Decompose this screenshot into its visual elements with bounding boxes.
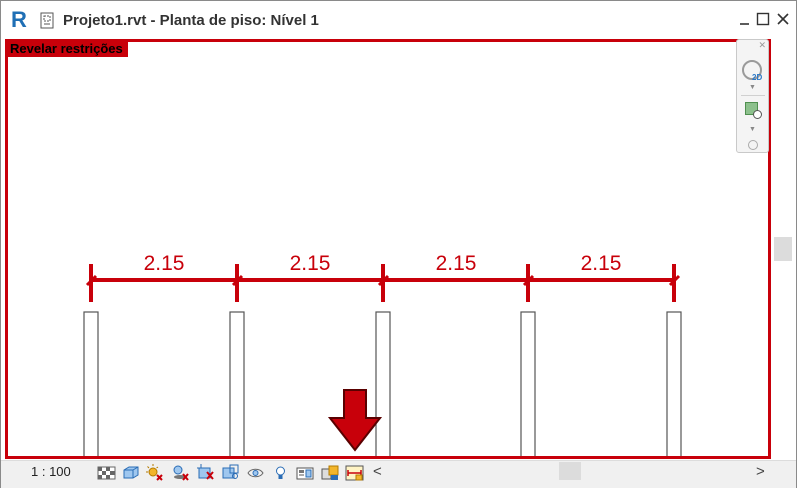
horizontal-scroll-thumb[interactable] [559,462,581,480]
window-title: Projeto1.rvt - Planta de piso: Nível 1 [63,12,319,29]
minimize-icon[interactable] [736,10,754,28]
dimension-label[interactable]: 2.15 [290,252,331,275]
reveal-constraints-badge: Revelar restrições [5,39,128,57]
temporary-hide-icon[interactable] [246,463,265,482]
structural-column[interactable] [83,311,99,456]
drawing-area[interactable]: 2.15 2.15 2.15 2.15 [5,39,771,459]
sun-path-icon[interactable] [145,463,164,482]
reveal-hidden-elements-icon[interactable] [271,463,290,482]
show-crop-region-icon[interactable] [221,463,240,482]
annotation-arrow [327,389,383,452]
dimension-label[interactable]: 2.15 [581,252,622,275]
navigation-bar: ✕ 2D ▼ ▼ [736,39,769,153]
reveal-constraints-icon[interactable] [345,463,364,482]
vertical-scroll-thumb[interactable] [774,237,792,261]
temporary-view-properties-icon[interactable] [296,463,315,482]
structural-column[interactable] [229,311,245,456]
close-icon[interactable]: ✕ [758,40,766,51]
dimension-label[interactable]: 2.15 [144,252,185,275]
2d-label: 2D [752,73,763,82]
revit-logo: R [11,7,27,32]
detail-level-icon[interactable] [97,463,116,482]
navigation-bar-options-icon[interactable] [748,140,758,150]
crop-view-icon[interactable] [196,463,215,482]
view-scale[interactable]: 1 : 100 [31,464,71,479]
close-icon[interactable] [774,10,792,28]
chevron-down-icon[interactable]: ▼ [749,84,756,91]
magnifier-icon [753,110,762,119]
divider [741,95,765,96]
maximize-icon[interactable] [754,10,772,28]
dimension-label[interactable]: 2.15 [436,252,477,275]
scroll-left-icon[interactable]: < [373,463,382,480]
structural-column[interactable] [666,311,682,456]
floor-plan-view-icon [39,12,57,35]
chevron-down-icon[interactable]: ▼ [749,126,756,133]
title-bar[interactable]: R Projeto1.rvt - Planta de piso: Nível 1 [1,1,796,39]
scroll-right-icon[interactable]: > [756,463,765,480]
worksharing-display-icon[interactable] [321,463,340,482]
shadows-icon[interactable] [171,463,190,482]
revit-view-window: R Projeto1.rvt - Planta de piso: Nível 1 [0,0,797,488]
structural-column[interactable] [520,311,536,456]
visual-style-icon[interactable] [121,463,140,482]
